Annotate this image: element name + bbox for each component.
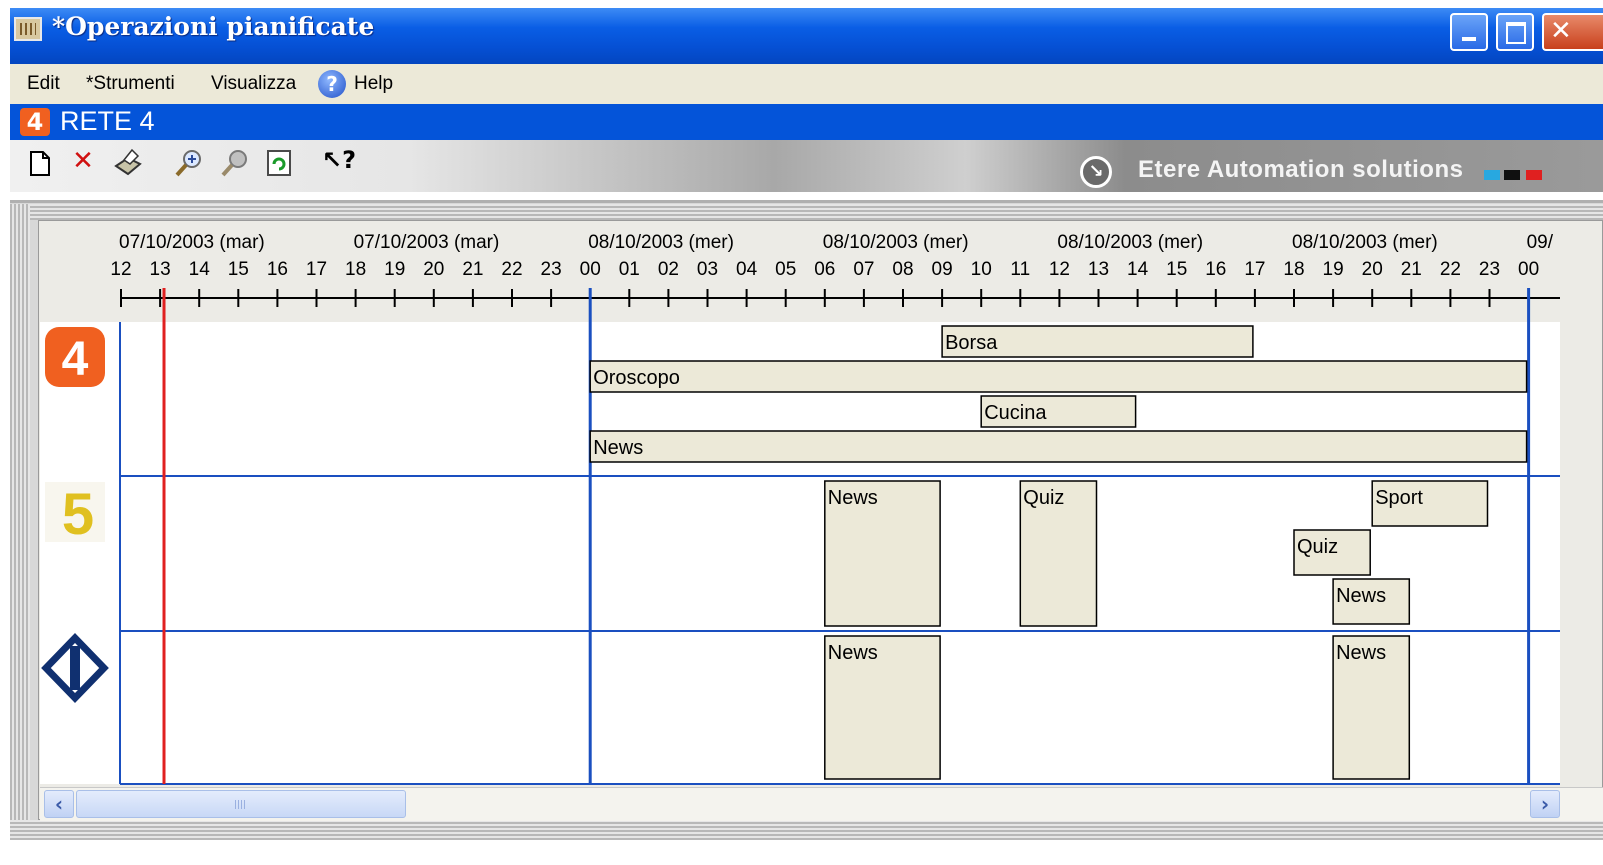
schedule-block-label: Quiz [1023, 487, 1064, 509]
hour-label: 09 [932, 259, 953, 280]
hour-label: 22 [1440, 259, 1461, 280]
date-label: 09/ [1527, 232, 1554, 253]
hour-label: 17 [1244, 259, 1265, 280]
hour-label: 15 [1166, 259, 1187, 280]
svg-text:4: 4 [62, 333, 89, 386]
schedule-block-label: News [828, 642, 878, 664]
hour-label: 12 [1049, 259, 1070, 280]
hour-label: 16 [267, 259, 288, 280]
italia1-logo [41, 632, 109, 704]
date-label: 07/10/2003 (mar) [119, 232, 265, 253]
hour-label: 05 [775, 259, 796, 280]
hour-label: 10 [971, 259, 992, 280]
hour-label: 16 [1205, 259, 1226, 280]
schedule-block-label: Borsa [945, 332, 998, 354]
scroll-thumb[interactable] [76, 790, 406, 818]
hour-label: 13 [1088, 259, 1109, 280]
schedule-block-label: Sport [1375, 487, 1423, 509]
schedule-block-label: News [1336, 585, 1386, 607]
hour-label: 03 [697, 259, 718, 280]
schedule-block-label: News [1336, 642, 1386, 664]
hour-label: 14 [189, 259, 211, 280]
hour-label: 02 [658, 259, 679, 280]
hour-label: 13 [150, 259, 171, 280]
schedule-block-label: News [828, 487, 878, 509]
hour-label: 08 [892, 259, 913, 280]
hour-label: 21 [462, 259, 483, 280]
hour-label: 18 [1283, 259, 1304, 280]
hour-label: 21 [1401, 259, 1422, 280]
hour-label: 23 [541, 259, 562, 280]
date-label: 07/10/2003 (mar) [354, 232, 500, 253]
svg-text:5: 5 [62, 482, 94, 547]
hour-label: 18 [345, 259, 366, 280]
hour-label: 17 [306, 259, 327, 280]
schedule-block-label: Cucina [984, 402, 1047, 424]
schedule-timeline: 07/10/2003 (mar) 07/10/2003 (mar) 08/10/20… [41, 232, 1560, 785]
schedule-block-label: Quiz [1297, 536, 1338, 558]
scroll-left-button[interactable]: ‹ [44, 790, 74, 818]
date-label: 08/10/2003 (mer) [588, 232, 734, 253]
hour-label: 19 [1323, 259, 1344, 280]
hour-label: 01 [619, 259, 640, 280]
date-label: 08/10/2003 (mer) [1292, 232, 1438, 253]
hour-label: 20 [423, 259, 444, 280]
hour-label: 14 [1127, 259, 1149, 280]
hour-label: 12 [110, 259, 131, 280]
hour-label: 00 [1518, 259, 1539, 280]
date-label: 08/10/2003 (mer) [1057, 232, 1203, 253]
hour-label: 20 [1362, 259, 1383, 280]
hour-label: 11 [1010, 259, 1030, 280]
schedule-block[interactable] [589, 360, 1528, 393]
hour-label: 15 [228, 259, 249, 280]
hour-label: 19 [384, 259, 405, 280]
hour-label: 22 [501, 259, 522, 280]
date-label: 08/10/2003 (mer) [823, 232, 969, 253]
hour-label: 23 [1479, 259, 1500, 280]
hour-label: 06 [814, 259, 835, 280]
hour-label: 00 [580, 259, 601, 280]
canale5-logo: 5 [45, 482, 105, 547]
hour-label: 07 [853, 259, 874, 280]
scroll-right-button[interactable]: › [1530, 790, 1560, 818]
schedule-block[interactable] [589, 430, 1528, 463]
rete4-logo: 4 [45, 327, 105, 387]
schedule-block-label: Oroscopo [593, 367, 680, 389]
hour-label: 04 [736, 259, 758, 280]
schedule-block-label: News [593, 437, 643, 459]
